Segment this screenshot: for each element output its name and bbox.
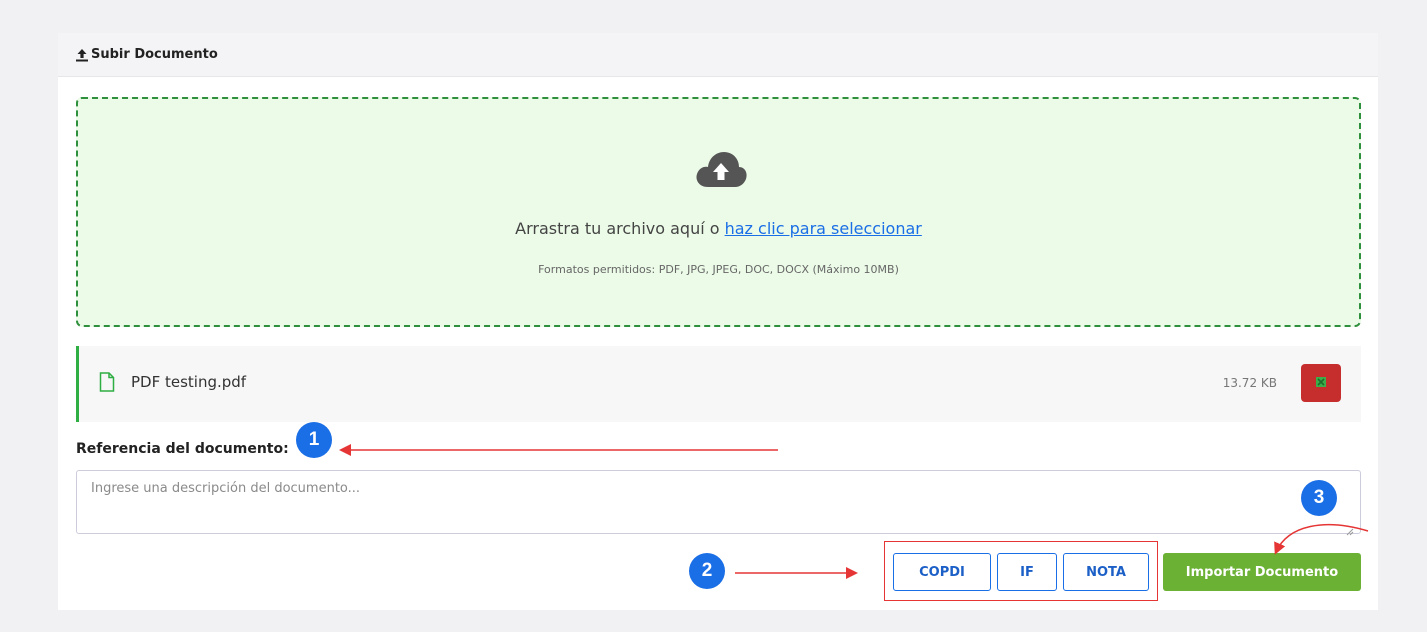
annotation-arrows xyxy=(339,444,1369,579)
annotation-badge-2: 2 xyxy=(689,553,725,589)
annotation-badge-3: 3 xyxy=(1301,480,1337,516)
annotation-badge-1: 1 xyxy=(296,422,332,458)
annotation-arrow-3 xyxy=(1274,524,1369,555)
